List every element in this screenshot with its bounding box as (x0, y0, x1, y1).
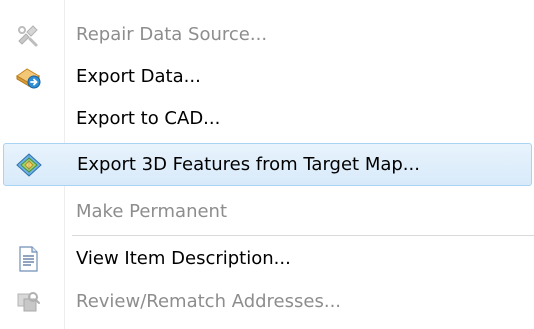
menu-item-repair-data-source: Repair Data Source... (0, 13, 534, 56)
menu-item-review-rematch-addresses: Review/Rematch Addresses... (0, 280, 534, 323)
menu-item-label: View Item Description... (76, 248, 291, 269)
menu-separator (72, 235, 534, 236)
menu-item-label: Make Permanent (76, 201, 228, 222)
menu-item-label: Export to CAD... (76, 108, 221, 129)
repair-data-source-icon (14, 21, 42, 49)
context-menu: Repair Data Source... Export Data... Exp… (0, 0, 534, 329)
export-data-icon (14, 63, 42, 91)
menu-item-label: Repair Data Source... (76, 24, 268, 45)
menu-item-label: Review/Rematch Addresses... (76, 291, 342, 312)
menu-item-label: Export Data... (76, 66, 201, 87)
menu-item-view-item-description[interactable]: View Item Description... (0, 237, 534, 280)
menu-item-make-permanent: Make Permanent (0, 190, 534, 233)
export-3d-features-icon (15, 151, 43, 179)
menu-item-export-data[interactable]: Export Data... (0, 55, 534, 98)
menu-item-export-to-cad[interactable]: Export to CAD... (0, 97, 534, 140)
item-description-icon (14, 245, 42, 273)
review-rematch-addresses-icon (14, 288, 42, 316)
menu-item-label: Export 3D Features from Target Map... (77, 154, 420, 175)
menu-item-export-3d-features[interactable]: Export 3D Features from Target Map... (3, 143, 532, 186)
